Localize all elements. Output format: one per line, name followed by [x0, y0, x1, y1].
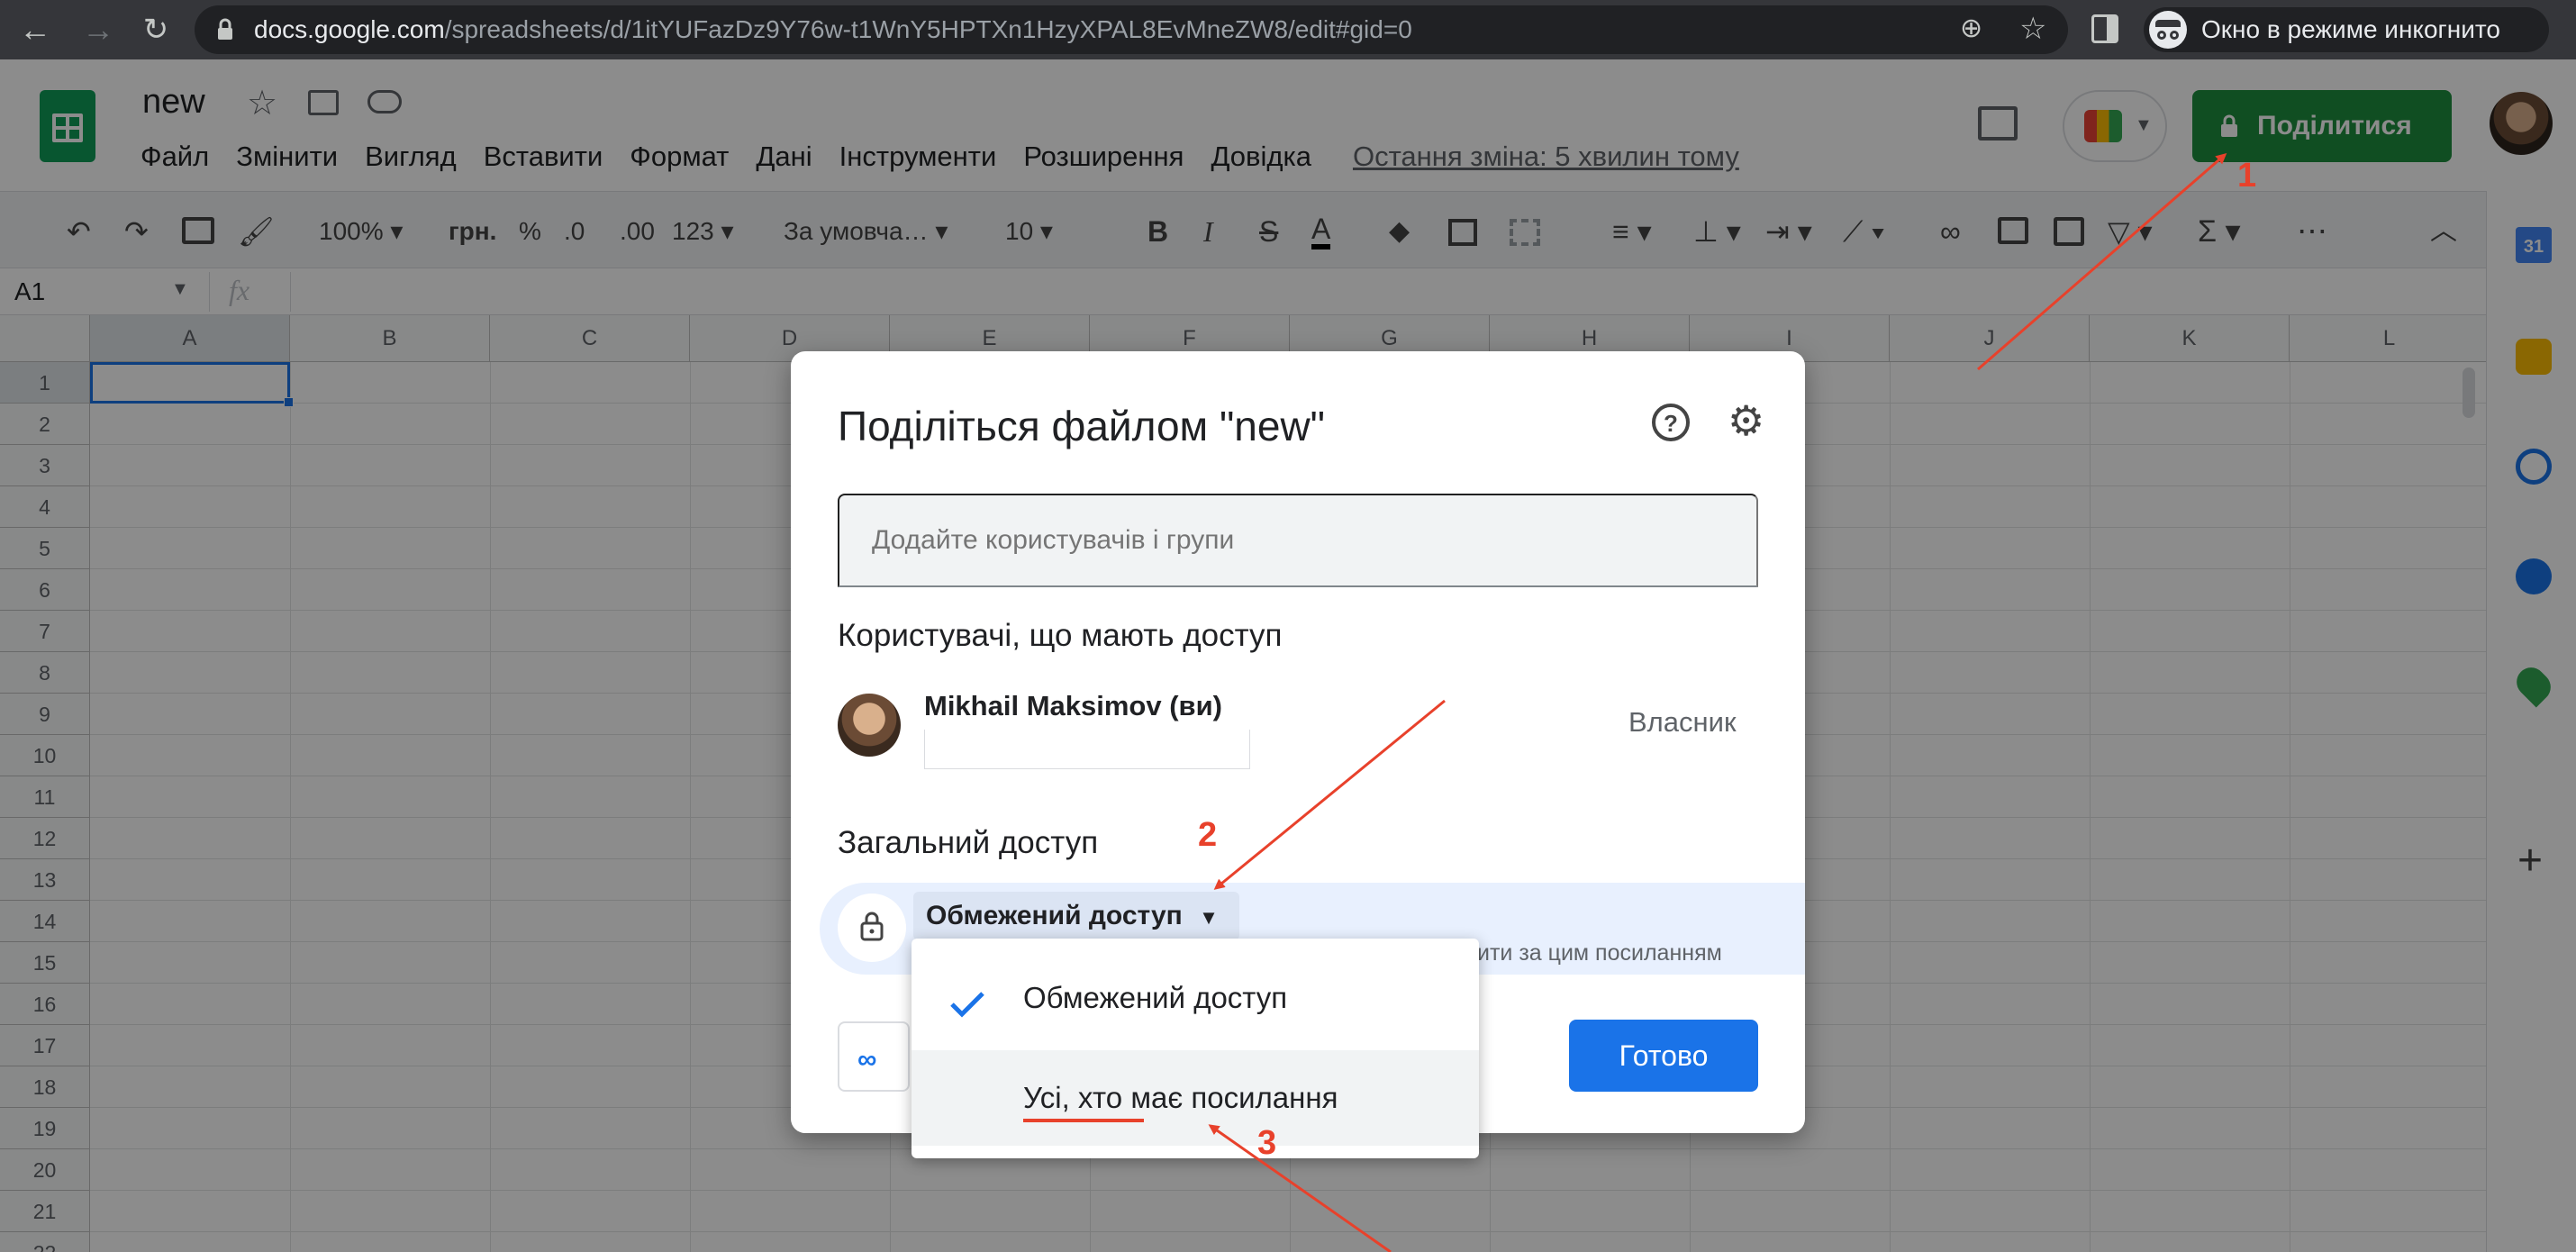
- annotation-arrow-3: [1208, 1124, 1392, 1252]
- annotation-label-3: 3: [1257, 1124, 1277, 1162]
- annotation-label-2: 2: [1198, 816, 1218, 854]
- annotation-arrow-2: [1213, 699, 1446, 890]
- annotation-label-1: 1: [2237, 157, 2257, 195]
- annotation-arrows: [1023, 153, 2227, 1252]
- annotation-arrow-1: [1977, 153, 2227, 371]
